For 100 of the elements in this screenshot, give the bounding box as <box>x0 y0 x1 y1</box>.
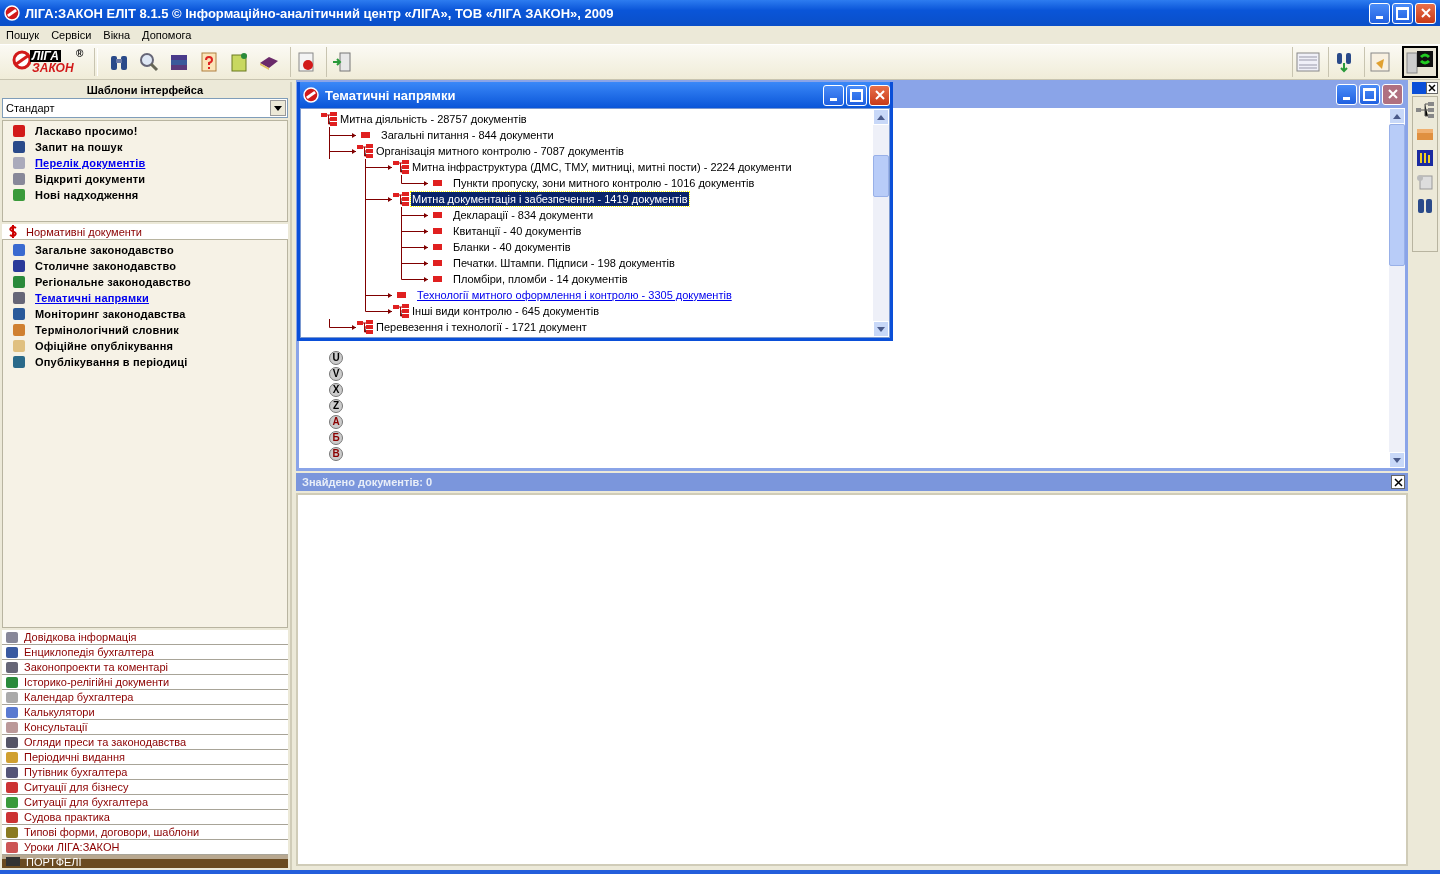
list-icon <box>6 796 18 808</box>
list-icon <box>6 811 18 823</box>
database-item[interactable]: Історико-релігійні документи <box>2 675 288 690</box>
tree-item[interactable]: Бланки - 40 документів <box>452 240 572 254</box>
sidebar-item[interactable]: Моніторинг законодавства <box>3 306 287 322</box>
close-button[interactable] <box>1391 475 1405 489</box>
database-item[interactable]: Уроки ЛІГА:ЗАКОН <box>2 840 288 855</box>
sidebar-item[interactable]: Регіональне законодавство <box>3 274 287 290</box>
exit-door-icon <box>330 51 353 73</box>
letter-index-button[interactable]: U <box>329 351 343 365</box>
tree-item[interactable]: Митна інфраструктура (ДМС, ТМУ, митниці, митні пости) - 2224 документи <box>411 160 793 174</box>
bullet-icon <box>433 212 442 218</box>
maximize-icon <box>850 88 863 102</box>
sidebar-item[interactable]: Ласкаво просимо! <box>3 123 287 139</box>
menu-item[interactable]: Сервіси <box>51 29 92 41</box>
list-icon <box>6 721 18 733</box>
list-icon <box>13 340 25 352</box>
maximize-button[interactable] <box>846 84 867 106</box>
letter-index-button[interactable]: Z <box>329 399 343 413</box>
database-item[interactable]: Енциклопедія бухгалтера <box>2 645 288 660</box>
tree-item[interactable]: Інші види контролю - 645 документів <box>411 304 600 318</box>
bullet-icon <box>433 276 442 282</box>
letter-index-button[interactable]: В <box>329 447 343 461</box>
list-icon <box>13 324 25 336</box>
hierarchy-icon <box>393 160 409 174</box>
tree-connector <box>365 223 429 239</box>
database-item[interactable]: Огляди преси та законодавства <box>2 735 288 750</box>
sidebar-item[interactable]: Офіційне опублікування <box>3 338 287 354</box>
sidebar-item[interactable]: Перелік документів <box>3 155 287 171</box>
sidebar-item[interactable]: Опублікування в періодиці <box>3 354 287 370</box>
list-icon <box>6 661 18 673</box>
minimize-button[interactable] <box>1336 83 1357 105</box>
letter-index-button[interactable]: А <box>329 415 343 429</box>
tree-item[interactable]: Перевезення і технології - 1721 документ <box>375 320 588 334</box>
tree-connector <box>365 255 429 271</box>
menu-item[interactable]: Допомога <box>142 29 192 41</box>
database-item[interactable]: Довідкова інформація <box>2 630 288 645</box>
hierarchy-icon <box>321 112 337 126</box>
minimize-button[interactable] <box>1369 2 1390 24</box>
section-header[interactable]: Нормативні документи <box>2 224 288 239</box>
database-item[interactable]: Календар бухгалтера <box>2 690 288 705</box>
portfolios-bar[interactable]: ПОРТФЕЛІ <box>2 855 288 868</box>
close-button[interactable] <box>1426 82 1438 94</box>
list-icon <box>13 292 25 304</box>
restore-button[interactable] <box>1392 2 1413 24</box>
database-item[interactable]: Калькулятори <box>2 705 288 720</box>
scrollbar[interactable] <box>873 109 889 337</box>
list-icon <box>6 676 18 688</box>
bullet-icon <box>433 180 442 186</box>
database-item[interactable]: Періодичні видання <box>2 750 288 765</box>
letter-index-button[interactable]: Б <box>329 431 343 445</box>
briefcase-icon <box>6 857 20 866</box>
logo: ЛІГА ЗАКОН ® <box>2 47 90 77</box>
scroll-thumb[interactable] <box>1389 124 1405 266</box>
hierarchy-icon <box>393 192 409 206</box>
close-icon <box>1428 84 1436 92</box>
sidebar-item[interactable]: Нові надходження <box>3 187 287 203</box>
tree-item[interactable]: Загальні питання - 844 документи <box>380 128 555 142</box>
sidebar-item[interactable]: Запит на пошук <box>3 139 287 155</box>
scrollbar[interactable] <box>1389 108 1405 468</box>
database-item[interactable]: Ситуації для бізнесу <box>2 780 288 795</box>
database-item[interactable]: Законопроекти та коментарі <box>2 660 288 675</box>
sidebar-item[interactable]: Тематичні напрямки <box>3 290 287 306</box>
tree-item[interactable]: Декларації - 834 документи <box>452 208 595 222</box>
database-item[interactable]: Судова практика <box>2 810 288 825</box>
tree-item[interactable]: Пломбіри, пломби - 14 документів <box>452 272 629 286</box>
tree-item[interactable]: Організація митного контролю - 7087 документів <box>375 144 625 158</box>
database-item[interactable]: Ситуації для бухгалтера <box>2 795 288 810</box>
tree-item[interactable]: Пункти пропуску, зони митного контролю - 1016 документів <box>452 176 756 190</box>
template-dropdown[interactable]: Стандарт <box>2 98 288 118</box>
hierarchy-icon <box>357 144 373 158</box>
menu-item[interactable]: Вікна <box>103 29 131 41</box>
maximize-button[interactable] <box>1359 83 1380 105</box>
sidebar-item[interactable]: Столичне законодавство <box>3 258 287 274</box>
letter-index-button[interactable]: V <box>329 367 343 381</box>
binoculars-icon <box>1415 197 1435 215</box>
database-item[interactable]: Типові форми, договори, шаблони <box>2 825 288 840</box>
tree-item[interactable]: Квитанції - 40 документів <box>452 224 583 238</box>
list-icon <box>6 826 18 838</box>
list-icon <box>13 173 25 185</box>
sidebar-item[interactable]: Термінологічний словник <box>3 322 287 338</box>
letter-index-button[interactable]: X <box>329 383 343 397</box>
minimize-icon <box>830 97 837 101</box>
hierarchy-button[interactable] <box>1413 99 1437 121</box>
sidebar-item[interactable]: Відкриті документи <box>3 171 287 187</box>
menu-item[interactable]: Пошук <box>6 29 40 41</box>
list-icon <box>6 646 18 658</box>
tree-item[interactable]: Митна діяльність - 28757 документів <box>339 112 528 126</box>
database-item[interactable]: Путівник бухгалтера <box>2 765 288 780</box>
tree-item[interactable]: Митна документація і забезпечення - 1419 документів <box>411 192 689 206</box>
tree-item[interactable]: Технології митного оформлення і контролю - 3305 документів <box>416 288 733 302</box>
scroll-up-icon <box>877 114 885 120</box>
switch-view-button[interactable] <box>1402 46 1438 78</box>
minimize-button[interactable] <box>823 84 844 106</box>
list-icon <box>13 260 25 272</box>
database-item[interactable]: Консультації <box>2 720 288 735</box>
scroll-thumb[interactable] <box>873 155 889 197</box>
sidebar-item[interactable]: Загальне законодавство <box>3 242 287 258</box>
document-icon <box>1367 51 1392 73</box>
tree-item[interactable]: Печатки. Штампи. Підписи - 198 документів <box>452 256 676 270</box>
